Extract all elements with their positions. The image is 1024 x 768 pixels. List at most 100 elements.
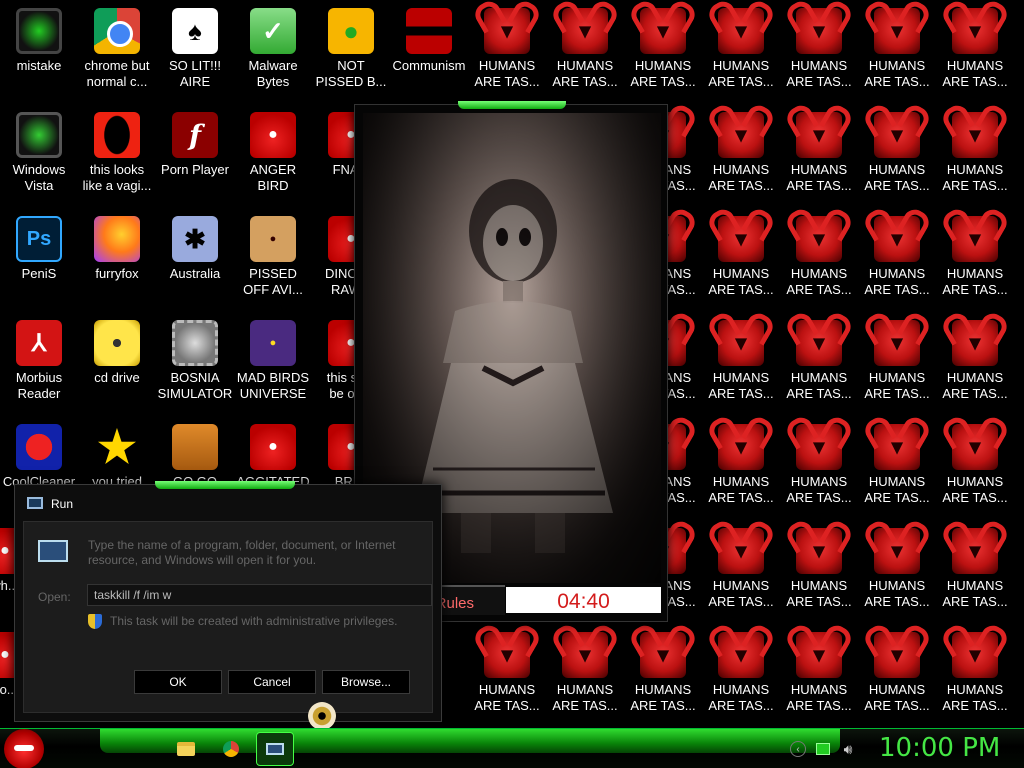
desktop-icon-humans-are-tasty[interactable]: ▾ HUMANS ARE TAS... [858,210,936,310]
taskbar-run-button[interactable] [256,732,294,766]
desktop-icon-label: HUMANS ARE TAS... [630,58,696,89]
red-demon-icon: ▾ [952,320,998,366]
desktop-icon-humans-are-tasty[interactable]: ▾ HUMANS ARE TAS... [702,626,780,726]
desktop-icon-anger-bird[interactable]: ● ANGER BIRD [234,106,312,206]
run-dialog-title: Run [51,497,74,511]
network-icon[interactable] [816,743,830,755]
taskbar-chrome-button[interactable] [217,735,245,763]
desktop-icon-chrome[interactable]: chrome but normal c... [78,2,156,102]
desktop-icon-label: HUMANS ARE TAS... [786,578,852,609]
desktop-icon-communism[interactable]: Communism [390,2,468,102]
desktop-icon-humans-are-tasty[interactable]: ▾ HUMANS ARE TAS... [936,106,1014,206]
open-input[interactable] [87,584,432,606]
desktop-icon-humans-are-tasty[interactable]: ▾ HUMANS ARE TAS... [858,106,936,206]
run-program-icon [38,540,68,562]
red-demon-icon: ▾ [874,632,920,678]
red-demon-icon: ▾ [952,112,998,158]
desktop-icon-label: SO LIT!!! AIRE [168,58,221,89]
desktop-icon-humans-are-tasty[interactable]: ▾ HUMANS ARE TAS... [936,522,1014,622]
angry-bird-icon: ● [250,112,296,158]
eyeball-cursor-icon [308,702,336,730]
cancel-button[interactable]: Cancel [228,670,316,694]
desktop-icon-humans-are-tasty[interactable]: ▾ HUMANS ARE TAS... [858,314,936,414]
red-demon-icon: ▾ [952,216,998,262]
recycle-orb-icon [16,112,62,158]
start-button[interactable] [4,729,44,768]
desktop-icon-label: HUMANS ARE TAS... [786,370,852,401]
opera-icon [94,112,140,158]
desktop-icon-humans-are-tasty[interactable]: ▾ HUMANS ARE TAS... [702,210,780,310]
desktop-icon-humans-are-tasty[interactable]: ▾ HUMANS ARE TAS... [702,314,780,414]
desktop-icon-label: Australia [169,266,221,281]
desktop-icon-label: HUMANS ARE TAS... [474,682,540,713]
desktop-icon-humans-are-tasty[interactable]: ▾ HUMANS ARE TAS... [780,522,858,622]
red-demon-icon: ▾ [718,8,764,54]
desktop-icon-humans-are-tasty[interactable]: ▾ HUMANS ARE TAS... [858,2,936,102]
desktop-icon-label: HUMANS ARE TAS... [942,578,1008,609]
desktop-icon-opera[interactable]: this looks like a vagi... [78,106,156,206]
taskbar-clock[interactable]: 10:00 PM [879,733,1000,763]
desktop-icon-humans-are-tasty[interactable]: ▾ HUMANS ARE TAS... [624,626,702,726]
arstotzka-flag-icon [406,8,452,54]
desktop-icon-humans-are-tasty[interactable]: ▾ HUMANS ARE TAS... [546,2,624,102]
desktop-icon-malwarebytes[interactable]: ✓ Malware Bytes [234,2,312,102]
desktop-icon-humans-are-tasty[interactable]: ▾ HUMANS ARE TAS... [780,626,858,726]
desktop-icon-label: HUMANS ARE TAS... [786,474,852,505]
browse-button[interactable]: Browse... [322,670,410,694]
ok-button[interactable]: OK [134,670,222,694]
desktop-icon-penis[interactable]: Ps PeniS [0,210,78,310]
desktop-icon-humans-are-tasty[interactable]: ▾ HUMANS ARE TAS... [858,626,936,726]
desktop-icon-humans-are-tasty[interactable]: ▾ HUMANS ARE TAS... [702,2,780,102]
run-dialog-body: Type the name of a program, folder, docu… [23,521,433,730]
desktop-icon-pissed-off-avi[interactable]: ● PISSED OFF AVI... [234,210,312,310]
desktop-icon-australia[interactable]: ✱ Australia [156,210,234,310]
green-pig-icon: ● [328,8,374,54]
desktop-icon-bosnia-simulator[interactable]: BOSNIA SIMULATOR [156,314,234,414]
desktop-icon-mistake[interactable]: mistake [0,2,78,102]
desktop-icon-label: this looks like a vagi... [82,162,152,193]
desktop-icon-humans-are-tasty[interactable]: ▾ HUMANS ARE TAS... [780,106,858,206]
desktop-icon-humans-are-tasty[interactable]: ▾ HUMANS ARE TAS... [468,2,546,102]
red-demon-icon: ▾ [796,216,842,262]
desktop-icon-label: HUMANS ARE TAS... [864,370,930,401]
desktop-icon-humans-are-tasty[interactable]: ▾ HUMANS ARE TAS... [780,210,858,310]
desktop-icon-label: HUMANS ARE TAS... [942,474,1008,505]
desktop-icon-solitaire[interactable]: ♠ SO LIT!!! AIRE [156,2,234,102]
desktop-icon-humans-are-tasty[interactable]: ▾ HUMANS ARE TAS... [936,210,1014,310]
desktop-icon-humans-are-tasty[interactable]: ▾ HUMANS ARE TAS... [624,2,702,102]
desktop-icon-label: HUMANS ARE TAS... [552,682,618,713]
desktop-icon-humans-are-tasty[interactable]: ▾ HUMANS ARE TAS... [936,626,1014,726]
desktop-icon-windows-vista[interactable]: Windows Vista [0,106,78,206]
desktop-icon-humans-are-tasty[interactable]: ▾ HUMANS ARE TAS... [702,106,780,206]
red-demon-icon: ▾ [718,320,764,366]
desktop-icon-furryfox[interactable]: furryfox [78,210,156,310]
desktop-icon-humans-are-tasty[interactable]: ▾ HUMANS ARE TAS... [702,418,780,518]
desktop-icon-cd-drive[interactable]: cd drive [78,314,156,414]
desktop-icon-humans-are-tasty[interactable]: ▾ HUMANS ARE TAS... [858,522,936,622]
run-dialog[interactable]: Run Type the name of a program, folder, … [14,481,442,730]
red-demon-icon: ▾ [952,8,998,54]
red-demon-icon: ▾ [952,528,998,574]
desktop-icon-humans-are-tasty[interactable]: ▾ HUMANS ARE TAS... [780,2,858,102]
desktop-icon-humans-are-tasty[interactable]: ▾ HUMANS ARE TAS... [936,314,1014,414]
desktop-icon-humans-are-tasty[interactable]: ▾ HUMANS ARE TAS... [468,626,546,726]
desktop-icon-porn-player[interactable]: f Porn Player [156,106,234,206]
run-icon [266,743,284,755]
desktop-icon-label: Communism [392,58,466,73]
system-tray: ‹ 🔊︎ [790,739,856,759]
desktop-icon-humans-are-tasty[interactable]: ▾ HUMANS ARE TAS... [858,418,936,518]
volume-icon[interactable]: 🔊︎ [840,741,856,757]
desktop-icon-humans-are-tasty[interactable]: ▾ HUMANS ARE TAS... [936,2,1014,102]
desktop-icon-label: HUMANS ARE TAS... [864,266,930,297]
desktop-icon-humans-are-tasty[interactable]: ▾ HUMANS ARE TAS... [780,314,858,414]
taskbar-explorer-button[interactable] [172,735,200,763]
desktop-icon-humans-are-tasty[interactable]: ▾ HUMANS ARE TAS... [780,418,858,518]
desktop-icon-humans-are-tasty[interactable]: ▾ HUMANS ARE TAS... [546,626,624,726]
desktop-icon-mad-birds-universe[interactable]: ● MAD BIRDS UNIVERSE [234,314,312,414]
desktop-icon-humans-are-tasty[interactable]: ▾ HUMANS ARE TAS... [702,522,780,622]
run-dialog-titlebar[interactable]: Run [15,485,441,521]
desktop-icon-not-pissed[interactable]: ● NOT PISSED B... [312,2,390,102]
show-hidden-icons-icon[interactable]: ‹ [790,741,806,757]
desktop-icon-morbius-reader[interactable]: ⅄ Morbius Reader [0,314,78,414]
desktop-icon-humans-are-tasty[interactable]: ▾ HUMANS ARE TAS... [936,418,1014,518]
